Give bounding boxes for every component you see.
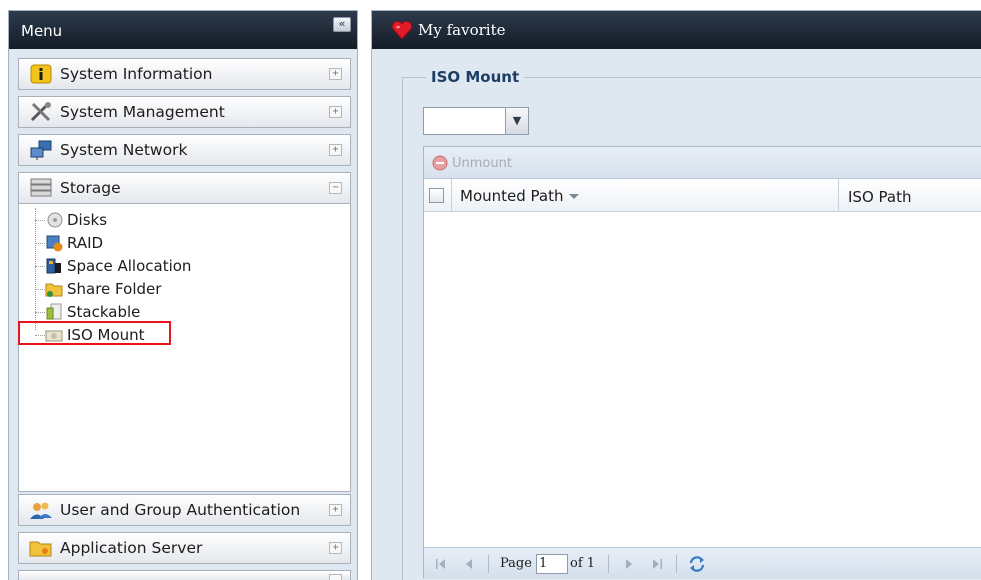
menu-item-label: System Information xyxy=(60,65,213,83)
last-page-icon[interactable] xyxy=(650,557,664,571)
expand-icon[interactable]: + xyxy=(329,106,342,118)
grid-header: Mounted Path ISO Path xyxy=(424,179,981,212)
favorite-header[interactable]: My favorite xyxy=(372,11,981,49)
menu-item-system-network[interactable]: System Network + xyxy=(18,134,351,166)
unmount-label: Unmount xyxy=(452,156,512,171)
submenu-item-label: Stackable xyxy=(67,303,141,321)
space-allocation-icon xyxy=(46,258,61,274)
previous-page-icon[interactable] xyxy=(462,557,476,571)
page-count-label: of 1 xyxy=(570,556,596,571)
app-server-icon xyxy=(29,541,52,557)
iso-mount-grid: Unmount Mounted Path ISO Path Page 1 of … xyxy=(423,146,981,579)
menu-panel: Menu « System Information + System Manag… xyxy=(8,10,358,580)
share-folder-icon xyxy=(45,283,63,297)
storage-submenu: Disks RAID Space Allocation Share Folder… xyxy=(18,204,351,492)
submenu-item-stackable[interactable]: Stackable xyxy=(35,301,235,323)
highlight-box xyxy=(18,321,171,345)
submenu-item-label: RAID xyxy=(67,234,104,252)
stackable-icon xyxy=(46,303,62,320)
disk-icon xyxy=(47,212,63,228)
menu-item-label: System Management xyxy=(60,103,225,121)
submenu-item-label: Share Folder xyxy=(67,280,162,298)
paging-toolbar: Page 1 of 1 xyxy=(424,547,981,579)
menu-item-partial[interactable] xyxy=(18,570,351,580)
unmount-button[interactable]: Unmount xyxy=(432,153,532,173)
users-icon xyxy=(30,502,52,519)
favorite-title: My favorite xyxy=(418,21,506,39)
menu-item-label: Storage xyxy=(60,179,121,197)
next-page-icon[interactable] xyxy=(622,557,636,571)
menu-title: Menu xyxy=(21,22,63,40)
submenu-item-label: Space Allocation xyxy=(67,257,192,275)
page-label: Page xyxy=(500,556,532,571)
menu-item-label: User and Group Authentication xyxy=(60,501,301,519)
menu-item-application-server[interactable]: Application Server + xyxy=(18,532,351,564)
menu-item-user-and-group-authentication[interactable]: User and Group Authentication + xyxy=(18,494,351,526)
iso-select-value[interactable] xyxy=(424,108,505,134)
submenu-item-raid[interactable]: RAID xyxy=(35,232,235,254)
submenu-item-space-allocation[interactable]: Space Allocation xyxy=(35,255,235,277)
collapse-menu-button[interactable]: « xyxy=(333,17,351,32)
submenu-item-disks[interactable]: Disks xyxy=(35,209,235,231)
section-legend: ISO Mount xyxy=(427,68,524,86)
remove-icon xyxy=(432,155,448,171)
sort-down-icon xyxy=(569,194,580,199)
menu-item-storage[interactable]: Storage − xyxy=(18,172,351,204)
main-panel: My favorite ISO Mount ▼ Unmount Mounted … xyxy=(371,10,981,580)
raid-icon xyxy=(46,235,63,252)
column-header-iso-path[interactable]: ISO Path xyxy=(848,188,911,206)
network-icon xyxy=(30,140,52,160)
storage-icon xyxy=(30,178,52,197)
tools-icon xyxy=(30,102,51,122)
chevron-down-icon[interactable]: ▼ xyxy=(505,108,528,134)
menu-item-system-information[interactable]: System Information + xyxy=(18,58,351,90)
expand-icon[interactable]: + xyxy=(329,542,342,554)
page-number-input[interactable]: 1 xyxy=(536,554,568,574)
menu-item-system-management[interactable]: System Management + xyxy=(18,96,351,128)
submenu-item-share-folder[interactable]: Share Folder xyxy=(35,278,235,300)
expand-icon[interactable]: + xyxy=(329,144,342,156)
first-page-icon[interactable] xyxy=(434,557,448,571)
iso-select-combo[interactable]: ▼ xyxy=(423,107,529,135)
heart-icon xyxy=(391,20,413,40)
column-header-mounted-path[interactable]: Mounted Path xyxy=(460,187,580,205)
grid-toolbar: Unmount xyxy=(424,147,981,179)
menu-header: Menu « xyxy=(9,11,357,49)
expand-icon[interactable] xyxy=(329,574,342,580)
collapse-icon[interactable]: − xyxy=(329,182,342,194)
info-icon xyxy=(30,64,52,84)
menu-item-label: Application Server xyxy=(60,539,203,557)
submenu-item-label: Disks xyxy=(67,211,108,229)
menu-item-label: System Network xyxy=(60,141,188,159)
select-all-checkbox[interactable] xyxy=(429,188,444,203)
expand-icon[interactable]: + xyxy=(329,504,342,516)
refresh-icon[interactable] xyxy=(688,555,706,573)
expand-icon[interactable]: + xyxy=(329,68,342,80)
